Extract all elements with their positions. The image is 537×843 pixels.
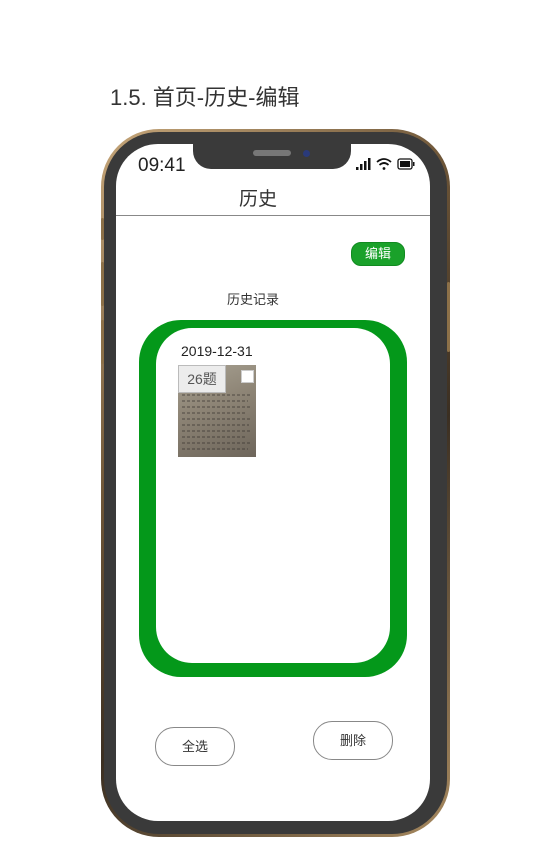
signal-icon: [356, 158, 371, 170]
battery-icon: [397, 158, 415, 170]
volume-up-button: [101, 262, 104, 306]
select-all-button[interactable]: 全选: [155, 727, 235, 766]
question-count-badge: 26题: [178, 365, 226, 393]
history-section-label: 历史记录: [226, 292, 279, 307]
record-checkbox[interactable]: [241, 370, 254, 383]
delete-button[interactable]: 删除: [313, 721, 393, 760]
nav-divider: [116, 215, 430, 216]
volume-down-button: [101, 320, 104, 364]
mute-switch: [101, 218, 104, 240]
power-button: [447, 282, 450, 352]
wifi-icon: [376, 158, 392, 170]
status-time: 09:41: [138, 155, 186, 176]
speaker-grille: [253, 150, 291, 156]
status-icons: [356, 158, 415, 170]
nav-title: 历史: [238, 189, 277, 210]
page-title: 1.5. 首页-历史-编辑: [110, 85, 300, 110]
edit-button[interactable]: 编辑: [351, 242, 405, 266]
record-date: 2019-12-31: [181, 343, 253, 359]
front-camera: [303, 150, 310, 157]
